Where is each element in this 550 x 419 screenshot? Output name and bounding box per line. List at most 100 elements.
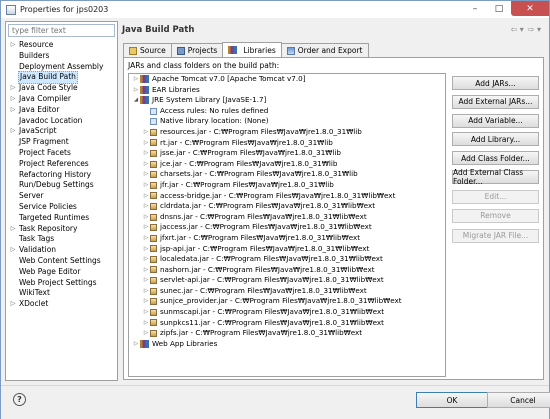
- tree-row[interactable]: ▷ jsse.jar - C:₩Program Files₩Java₩jre1.8…: [129, 148, 445, 159]
- tree-row[interactable]: ▷ resources.jar - C:₩Program Files₩Java₩j…: [129, 127, 445, 138]
- tree-row[interactable]: ▷ jaccess.jar - C:₩Program Files₩Java₩jre…: [129, 222, 445, 233]
- nav-item[interactable]: ▷ JavaScript: [8, 126, 117, 137]
- nav-item[interactable]: ▷ Java Code Style: [8, 83, 117, 94]
- remove-button[interactable]: Remove: [452, 208, 539, 223]
- nav-item[interactable]: Project References: [8, 159, 117, 170]
- expand-arrow-icon[interactable]: ▷: [142, 265, 150, 276]
- nav-item[interactable]: Web Project Settings: [8, 278, 117, 289]
- ok-button[interactable]: OK: [416, 392, 488, 408]
- nav-item[interactable]: ▷ Task Repository: [8, 224, 117, 235]
- filter-input[interactable]: [8, 24, 115, 37]
- tree-row[interactable]: Native library location: (None): [129, 116, 445, 127]
- nav-item[interactable]: ▷ XDoclet: [8, 299, 117, 310]
- expand-arrow-icon[interactable]: ▷: [142, 286, 150, 297]
- nav-item[interactable]: Web Content Settings: [8, 256, 117, 267]
- expand-arrow-icon[interactable]: ▷: [8, 83, 18, 94]
- nav-item[interactable]: Javadoc Location: [8, 116, 117, 127]
- expand-arrow-icon[interactable]: ▷: [8, 299, 18, 310]
- tree-row[interactable]: ▷ sunpkcs11.jar - C:₩Program Files₩Java₩j…: [129, 318, 445, 329]
- expand-arrow-icon[interactable]: ▷: [142, 222, 150, 233]
- expand-arrow-icon[interactable]: ▷: [142, 296, 150, 307]
- expand-arrow-icon[interactable]: ▷: [142, 212, 150, 223]
- expand-arrow-icon[interactable]: ▷: [142, 275, 150, 286]
- tab-projects[interactable]: Projects: [170, 43, 224, 57]
- nav-item[interactable]: WikiText: [8, 288, 117, 299]
- expand-arrow-icon[interactable]: ▷: [142, 180, 150, 191]
- nav-item[interactable]: Web Page Editor: [8, 267, 117, 278]
- back-arrow-icon[interactable]: ⇦ ▾: [510, 25, 523, 34]
- cancel-button[interactable]: Cancel: [487, 392, 550, 408]
- tree-row[interactable]: ◢ JRE System Library [JavaSE-1.7]: [129, 95, 445, 106]
- tree-row[interactable]: ▷ rt.jar - C:₩Program Files₩Java₩jre1.8.0…: [129, 138, 445, 149]
- tab-source[interactable]: Source: [123, 43, 172, 57]
- nav-item[interactable]: ▷ Java Editor: [8, 105, 117, 116]
- expand-arrow-icon[interactable]: ▷: [8, 224, 18, 235]
- nav-item[interactable]: JSP Fragment: [8, 137, 117, 148]
- help-icon[interactable]: ?: [13, 393, 26, 406]
- expand-arrow-icon[interactable]: ▷: [142, 233, 150, 244]
- library-tree[interactable]: ▷ Apache Tomcat v7.0 [Apache Tomcat v7.0]…: [128, 73, 446, 377]
- add-class-folder-button[interactable]: Add Class Folder...: [452, 151, 539, 166]
- add-library-button[interactable]: Add Library...: [452, 132, 539, 147]
- tree-row[interactable]: ▷ jfxrt.jar - C:₩Program Files₩Java₩jre1.…: [129, 233, 445, 244]
- tree-row[interactable]: ▷ jfr.jar - C:₩Program Files₩Java₩jre1.8.…: [129, 180, 445, 191]
- nav-item[interactable]: ▷ Validation: [8, 245, 117, 256]
- expand-arrow-icon[interactable]: ▷: [8, 40, 18, 51]
- tree-row[interactable]: ▷ sunmscapi.jar - C:₩Program Files₩Java₩j…: [129, 307, 445, 318]
- expand-arrow-icon[interactable]: ▷: [142, 127, 150, 138]
- forward-arrow-icon[interactable]: ⇨ ▾: [528, 25, 541, 34]
- add-jars-button[interactable]: Add JARs...: [452, 76, 539, 90]
- tree-row[interactable]: ▷ zipfs.jar - C:₩Program Files₩Java₩jre1.…: [129, 328, 445, 339]
- tab-libraries[interactable]: Libraries: [222, 42, 282, 57]
- edit-button[interactable]: Edit...: [452, 189, 539, 204]
- tree-row[interactable]: ▷ jce.jar - C:₩Program Files₩Java₩jre1.8.…: [129, 159, 445, 170]
- nav-item[interactable]: Service Policies: [8, 202, 117, 213]
- expand-arrow-icon[interactable]: ▷: [142, 201, 150, 212]
- nav-item[interactable]: ▷ Resource: [8, 40, 117, 51]
- expand-arrow-icon[interactable]: ▷: [142, 307, 150, 318]
- tree-row[interactable]: ▷ nashorn.jar - C:₩Program Files₩Java₩jre…: [129, 265, 445, 276]
- expand-arrow-icon[interactable]: ▷: [142, 138, 150, 149]
- nav-item[interactable]: Server: [8, 191, 117, 202]
- nav-item[interactable]: Builders: [8, 51, 117, 62]
- close-button[interactable]: ✕: [511, 1, 549, 16]
- tree-row[interactable]: ▷ localedata.jar - C:₩Program Files₩Java₩…: [129, 254, 445, 265]
- tree-row[interactable]: ▷ access-bridge.jar - C:₩Program Files₩Ja…: [129, 191, 445, 202]
- expand-arrow-icon[interactable]: ▷: [142, 328, 150, 339]
- nav-item[interactable]: Refactoring History: [8, 170, 117, 181]
- expand-arrow-icon[interactable]: ◢: [132, 95, 140, 106]
- nav-item[interactable]: Task Tags: [8, 234, 117, 245]
- expand-arrow-icon[interactable]: ▷: [142, 148, 150, 159]
- nav-item[interactable]: Targeted Runtimes: [8, 213, 117, 224]
- nav-item[interactable]: Run/Debug Settings: [8, 180, 117, 191]
- nav-item[interactable]: Project Facets: [8, 148, 117, 159]
- tree-row[interactable]: ▷ jsp-api.jar - C:₩Program Files₩Java₩jre…: [129, 244, 445, 255]
- expand-arrow-icon[interactable]: ▷: [142, 254, 150, 265]
- tree-row[interactable]: ▷ servlet-api.jar - C:₩Program Files₩Java…: [129, 275, 445, 286]
- tree-row[interactable]: Access rules: No rules defined: [129, 106, 445, 117]
- expand-arrow-icon[interactable]: ▷: [132, 85, 140, 96]
- tree-row[interactable]: ▷ Web App Libraries: [129, 339, 445, 350]
- add-variable-button[interactable]: Add Variable...: [452, 113, 539, 128]
- expand-arrow-icon[interactable]: ▷: [132, 339, 140, 350]
- expand-arrow-icon[interactable]: ▷: [8, 105, 18, 116]
- add-external-class-folder-button[interactable]: Add External Class Folder...: [452, 168, 539, 186]
- minimize-button[interactable]: –: [463, 1, 487, 16]
- expand-arrow-icon[interactable]: ▷: [8, 245, 18, 256]
- tab-order-and-export[interactable]: Order and Export: [280, 43, 369, 57]
- maximize-button[interactable]: □: [487, 1, 511, 16]
- add-external-jars-button[interactable]: Add External JARs...: [452, 94, 539, 109]
- expand-arrow-icon[interactable]: ▷: [142, 244, 150, 255]
- expand-arrow-icon[interactable]: ▷: [142, 191, 150, 202]
- nav-item[interactable]: ▷ Java Compiler: [8, 94, 117, 105]
- expand-arrow-icon[interactable]: ▷: [142, 169, 150, 180]
- tree-row[interactable]: ▷ charsets.jar - C:₩Program Files₩Java₩jr…: [129, 169, 445, 180]
- migrate-jar-file-button[interactable]: Migrate JAR File...: [452, 228, 539, 243]
- tree-row[interactable]: ▷ dnsns.jar - C:₩Program Files₩Java₩jre1.…: [129, 212, 445, 223]
- expand-arrow-icon[interactable]: ▷: [8, 126, 18, 137]
- tree-row[interactable]: ▷ sunec.jar - C:₩Program Files₩Java₩jre1.…: [129, 286, 445, 297]
- nav-item[interactable]: Java Build Path: [8, 71, 117, 85]
- expand-arrow-icon[interactable]: ▷: [142, 318, 150, 329]
- expand-arrow-icon[interactable]: ▷: [8, 94, 18, 105]
- expand-arrow-icon[interactable]: ▷: [142, 159, 150, 170]
